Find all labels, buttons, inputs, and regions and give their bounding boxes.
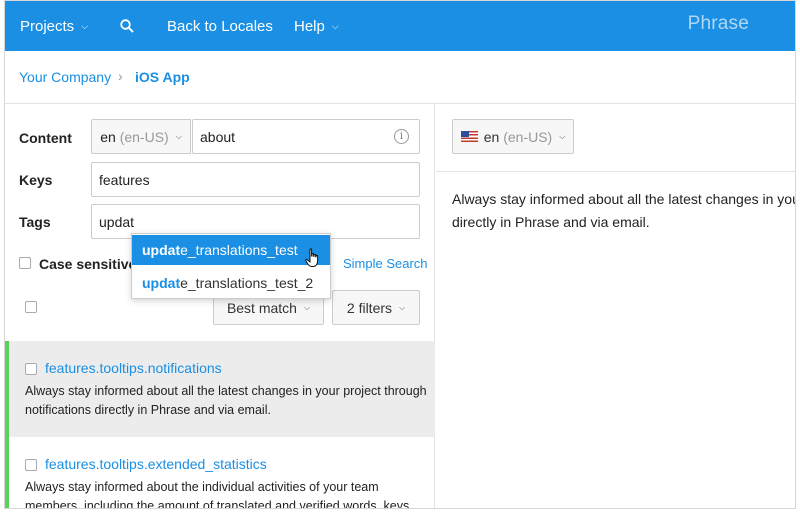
search-button[interactable] — [120, 1, 134, 51]
sort-select-label: Best match — [226, 299, 297, 316]
us-flag-icon — [460, 131, 478, 142]
keys-filter-value: features — [99, 171, 150, 188]
hand-cursor-icon — [305, 248, 319, 267]
brand-logo: Phrase — [687, 13, 749, 34]
help-menu[interactable]: Help ⌵ — [294, 1, 339, 51]
content-locale-code: en — [100, 128, 116, 145]
help-menu-label: Help — [294, 17, 325, 35]
key-preview-line: notifications directly in Phrase and via… — [25, 403, 271, 417]
back-to-locales-label: Back to Locales — [167, 17, 273, 35]
content-search-value: about — [200, 128, 236, 145]
content-locale-select[interactable]: en (en-US) ⌵ — [91, 119, 191, 154]
case-sensitive-checkbox[interactable] — [19, 257, 31, 269]
key-select-checkbox[interactable] — [25, 363, 37, 375]
content-search-input[interactable]: about i — [192, 119, 420, 154]
autocomplete-match: updat — [142, 275, 181, 291]
chevron-down-icon: ⌵ — [175, 131, 182, 141]
simple-search-link[interactable]: Simple Search — [343, 256, 428, 271]
key-name-link[interactable]: features.tooltips.extended_statistics — [45, 456, 267, 472]
editor-locale-select[interactable]: en (en-US) ⌵ — [452, 119, 574, 154]
app-window: Projects ⌵ Back to Locales Help ⌵ Phrase… — [4, 0, 796, 509]
breadcrumb-separator: › — [118, 68, 123, 84]
info-icon[interactable]: i — [394, 129, 409, 144]
filters-button-label: 2 filters — [346, 299, 393, 316]
content-label: Content — [19, 130, 72, 146]
content-locale-region: (en-US) — [119, 128, 169, 145]
translation-status-bar — [5, 437, 9, 508]
keys-filter-input[interactable]: features — [91, 162, 420, 197]
breadcrumb-company[interactable]: Your Company — [19, 69, 111, 85]
tags-filter-value: updat — [99, 213, 135, 230]
key-select-checkbox[interactable] — [25, 459, 37, 471]
breadcrumb: Your Company › iOS App — [5, 51, 795, 104]
key-list-panel: Content en (en-US) ⌵ about i Keys featur… — [5, 104, 435, 509]
key-preview-line: Always stay informed about all the lates… — [25, 384, 427, 398]
translation-text[interactable]: Always stay informed about all the lates… — [452, 188, 796, 234]
editor-toolbar: en (en-US) ⌵ — [436, 104, 795, 172]
tags-autocomplete-dropdown: updat e_translations_test updat e_translat… — [131, 233, 331, 299]
search-icon — [120, 19, 134, 33]
key-translation-preview: Always stay informed about the individua… — [25, 478, 430, 509]
key-list-item[interactable]: features.tooltips.extended_statistics Al… — [5, 437, 435, 509]
translation-text-line: directly in Phrase and via email. — [452, 214, 650, 230]
autocomplete-match: updat — [142, 242, 181, 258]
case-sensitive-label: Case sensitive — [39, 256, 137, 272]
translation-editor-panel: en (en-US) ⌵ Always stay informed about … — [436, 104, 796, 508]
translation-status-bar — [5, 341, 9, 437]
key-preview-line: members, including the amount of transla… — [25, 499, 410, 509]
translation-text-line: Always stay informed about all the lates… — [452, 191, 796, 207]
autocomplete-rest: e_translations_test_2 — [180, 275, 314, 291]
chevron-down-icon: ⌵ — [399, 302, 406, 312]
filters-button[interactable]: 2 filters ⌵ — [332, 290, 420, 325]
chevron-down-icon: ⌵ — [303, 302, 311, 312]
key-preview-line: Always stay informed about the individua… — [25, 480, 379, 494]
autocomplete-option[interactable]: updat e_translations_test — [132, 235, 330, 265]
tags-label: Tags — [19, 214, 51, 230]
chevron-down-icon: ⌵ — [331, 21, 339, 31]
projects-menu-label: Projects — [20, 17, 75, 35]
chevron-down-icon: ⌵ — [559, 131, 566, 141]
chevron-down-icon: ⌵ — [81, 21, 89, 31]
projects-menu[interactable]: Projects ⌵ — [20, 1, 88, 51]
key-translation-preview: Always stay informed about all the lates… — [25, 382, 430, 420]
editor-locale-code: en — [483, 128, 500, 145]
select-all-checkbox[interactable] — [25, 301, 37, 313]
editor-locale-region: (en-US) — [503, 128, 553, 145]
key-list-item[interactable]: features.tooltips.notifications Always s… — [5, 341, 435, 437]
autocomplete-rest: e_translations_test — [180, 242, 298, 258]
breadcrumb-project[interactable]: iOS App — [135, 69, 190, 85]
keys-label: Keys — [19, 172, 53, 188]
autocomplete-option[interactable]: updat e_translations_test_2 — [132, 268, 330, 298]
key-name-link[interactable]: features.tooltips.notifications — [45, 360, 222, 376]
top-navbar: Projects ⌵ Back to Locales Help ⌵ Phrase — [5, 1, 795, 51]
back-to-locales-link[interactable]: Back to Locales — [167, 1, 273, 51]
